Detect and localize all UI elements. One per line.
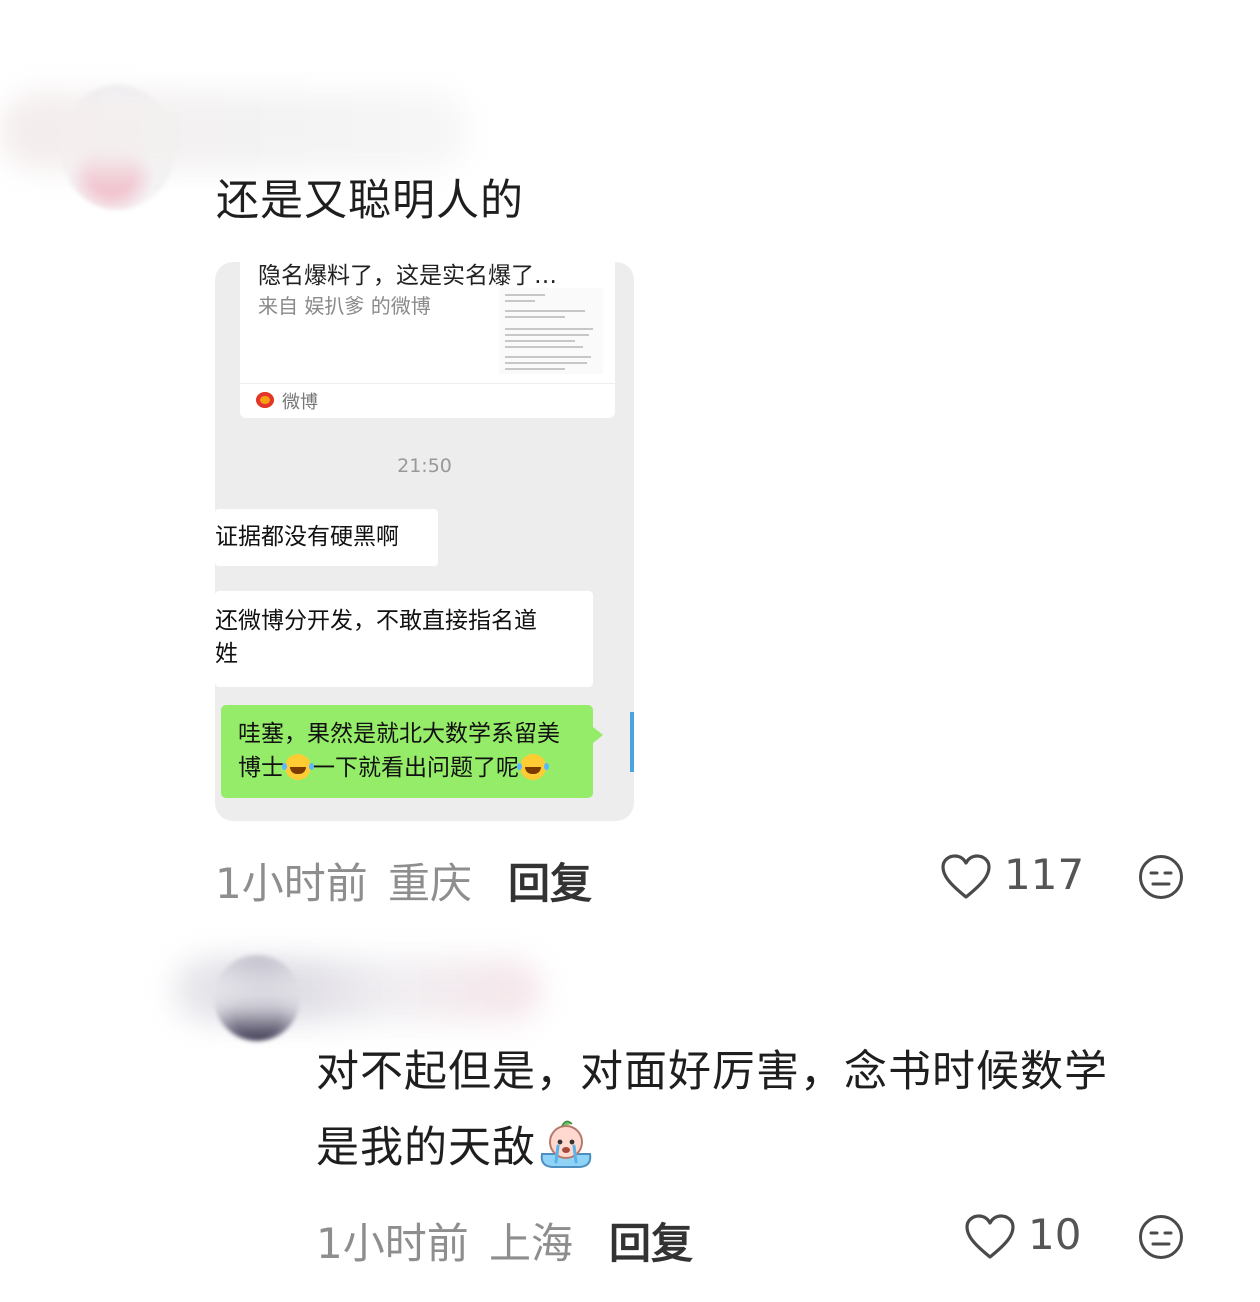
comment-time: 1小时前 [215,859,368,908]
comment-image[interactable]: 隐名爆料了，这是实名爆了… 来自 娱扒爹 的微博 微博 21:50 证据都没有硬… [215,262,634,821]
comment-text: 对不起但是，对面好厉害，念书时候数学 [316,1047,1108,1097]
chat-bubble-text: 证据都没有硬黑啊 [215,524,399,550]
link-footer: 微博 [240,383,615,418]
chat-timestamp: 21:50 [397,455,452,477]
weibo-link-card: 隐名爆料了，这是实名爆了… 来自 娱扒爹 的微博 微博 [240,262,615,418]
comment-text: 还是又聪明人的 [216,176,524,226]
link-source: 来自 娱扒爹 的微博 [258,294,431,318]
like-count: 117 [1004,850,1085,899]
username-redacted[interactable] [172,958,542,1022]
chat-bubble-text: 哇塞，果然是就北大数学系留美 [238,721,560,747]
chat-bubble-text: 还微博分开发，不敢直接指名道 [215,608,537,634]
reply-button[interactable]: 回复 [609,1210,693,1271]
avatar-edge [630,712,634,772]
comment-time: 1小时前 [316,1219,469,1268]
link-thumbnail [499,288,603,374]
meh-face-icon[interactable] [1137,853,1185,901]
comment-location: 上海 [489,1219,574,1268]
meh-face-icon[interactable] [1137,1213,1185,1261]
like-count: 10 [1028,1210,1082,1259]
comment-location: 重庆 [388,859,473,908]
crying-sticker-icon [540,1120,592,1168]
chat-bubble-self: 哇塞，果然是就北大数学系留美 博士 一下就看出问题了呢 [221,705,603,798]
weibo-icon [256,392,274,408]
username-redacted[interactable] [0,92,470,170]
comment-text-part: 是我的天敌 [316,1123,536,1173]
chat-bubble-text: 姓 [215,641,238,667]
chat-bubble-text: 博士 [238,755,284,781]
comment-text: 是我的天敌 [316,1110,594,1186]
reply-button[interactable]: 回复 [508,850,592,911]
link-title: 隐名爆料了，这是实名爆了… [258,263,557,289]
laugh-cry-emoji-icon [282,754,311,780]
laugh-cry-emoji-icon [517,754,546,780]
link-footer-label: 微博 [282,392,318,413]
heart-icon[interactable] [964,1213,1016,1261]
heart-icon[interactable] [940,853,992,901]
chat-bubble-text: 一下就看出问题了呢 [312,755,519,781]
chat-bubble: 还微博分开发，不敢直接指名道 姓 [215,591,593,687]
chat-bubble: 证据都没有硬黑啊 [215,509,438,566]
